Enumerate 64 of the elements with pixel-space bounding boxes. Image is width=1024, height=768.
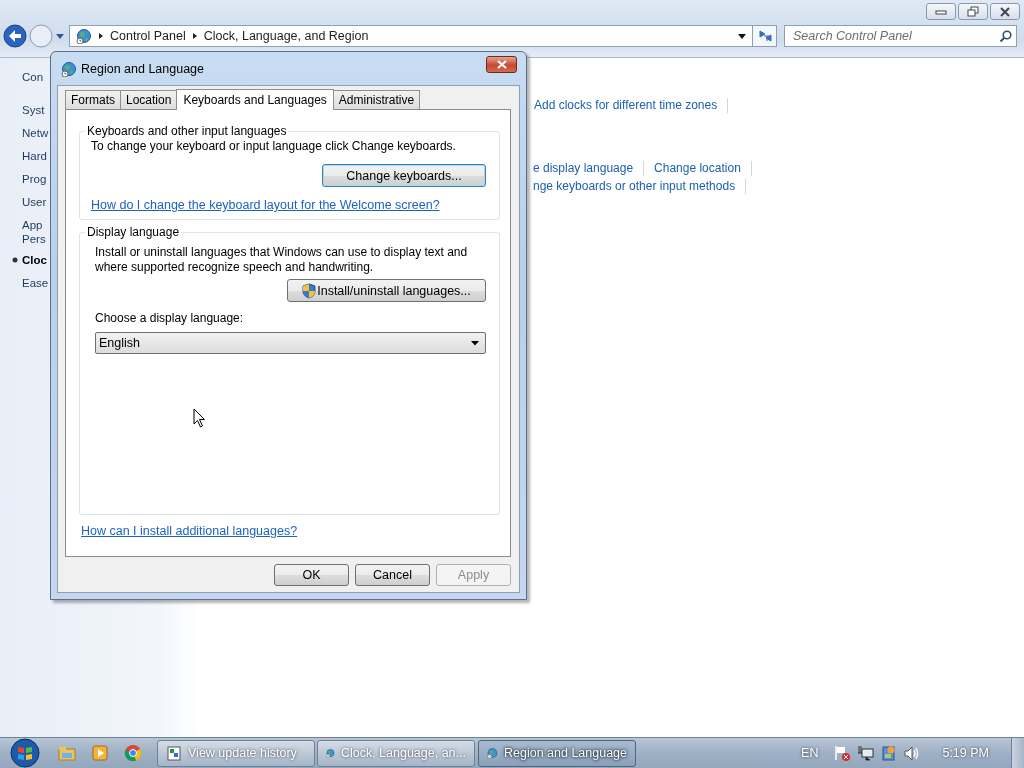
browser-icon[interactable] — [124, 744, 142, 762]
sidebar-link[interactable]: Hard — [22, 149, 47, 163]
dialog-button[interactable]: OK — [274, 564, 349, 586]
show-desktop-button[interactable] — [1011, 738, 1024, 768]
install-languages-button[interactable]: Install/uninstall languages... — [287, 279, 486, 302]
breadcrumb-item[interactable]: Control Panel — [110, 29, 186, 43]
sidebar-link[interactable]: Prog — [22, 172, 47, 186]
tab[interactable]: Formats — [65, 90, 121, 109]
start-button[interactable] — [10, 738, 40, 768]
close-button[interactable] — [990, 3, 1020, 20]
breadcrumb-item[interactable]: Clock, Language, and Region — [203, 29, 369, 43]
refresh-button[interactable] — [753, 25, 777, 47]
group-label: Display language — [86, 225, 181, 239]
description-text: To change your keyboard or input language click Change keyboards. — [91, 139, 457, 154]
media-player-icon[interactable] — [91, 744, 109, 762]
close-icon — [999, 5, 1011, 18]
minimize-icon — [935, 7, 947, 16]
bullet-icon — [12, 257, 18, 263]
chevron-icon[interactable] — [98, 32, 104, 40]
search-icon — [999, 30, 1012, 43]
restore-icon — [967, 6, 979, 17]
minimize-button[interactable] — [926, 3, 956, 20]
dialog-title: Region and Language — [81, 61, 206, 76]
search-field[interactable]: Search Control Panel — [784, 25, 1017, 47]
mouse-cursor-icon — [193, 408, 206, 428]
tab[interactable]: Keyboards and Languages — [176, 89, 334, 110]
dropdown-arrow-icon[interactable] — [738, 33, 746, 39]
close-icon — [495, 60, 508, 69]
flag-icon[interactable] — [834, 744, 852, 762]
sidebar-link[interactable]: Netw — [22, 126, 49, 140]
chevron-icon[interactable] — [191, 32, 198, 40]
sidebar-link[interactable]: App Pers — [22, 218, 46, 246]
network-icon[interactable] — [857, 744, 875, 762]
dropdown-arrow-icon — [471, 340, 479, 346]
sidebar-link[interactable]: Ease — [22, 276, 49, 290]
back-button[interactable] — [3, 24, 27, 48]
group-label: Keyboards and other input languages — [86, 124, 288, 138]
sidebar-link[interactable]: Syst — [22, 103, 45, 117]
help-link[interactable]: How do I change the keyboard layout for the Welcome screen? — [91, 198, 440, 212]
description-text: Install or uninstall languages that Windows can use to display text and where supported recognize speech and handwriting. — [95, 245, 469, 275]
help-link[interactable]: How can I install additional languages? — [81, 524, 298, 538]
tab[interactable]: Administrative — [332, 90, 421, 109]
shield-icon — [302, 282, 317, 299]
dialog-button[interactable]: Cancel — [355, 564, 430, 586]
change-keyboards-button[interactable]: Change keyboards... — [322, 164, 486, 187]
tab[interactable]: Location — [120, 90, 178, 109]
language-dropdown[interactable]: English — [95, 332, 486, 354]
task-link[interactable]: Add clocks for different time zones — [534, 98, 718, 112]
app-tray-icon[interactable] — [880, 744, 898, 762]
sidebar-link[interactable]: User — [22, 195, 47, 209]
speaker-icon[interactable] — [903, 744, 921, 762]
restore-button[interactable] — [958, 3, 988, 20]
close-button[interactable] — [486, 56, 517, 73]
task-link[interactable]: e display language — [533, 161, 634, 175]
refresh-icon — [756, 28, 773, 44]
control-panel-icon — [76, 28, 92, 44]
field-label: Choose a display language: — [95, 311, 245, 325]
globe-clock-icon — [61, 60, 77, 77]
globe-clock-icon — [487, 745, 498, 761]
task-link[interactable]: Change location — [654, 161, 741, 175]
sidebar-link[interactable]: Con — [22, 70, 44, 84]
update-history-icon — [166, 745, 182, 761]
task-link[interactable]: nge keyboards or other input methods — [533, 179, 736, 193]
sidebar-link[interactable]: Cloc — [22, 253, 47, 267]
